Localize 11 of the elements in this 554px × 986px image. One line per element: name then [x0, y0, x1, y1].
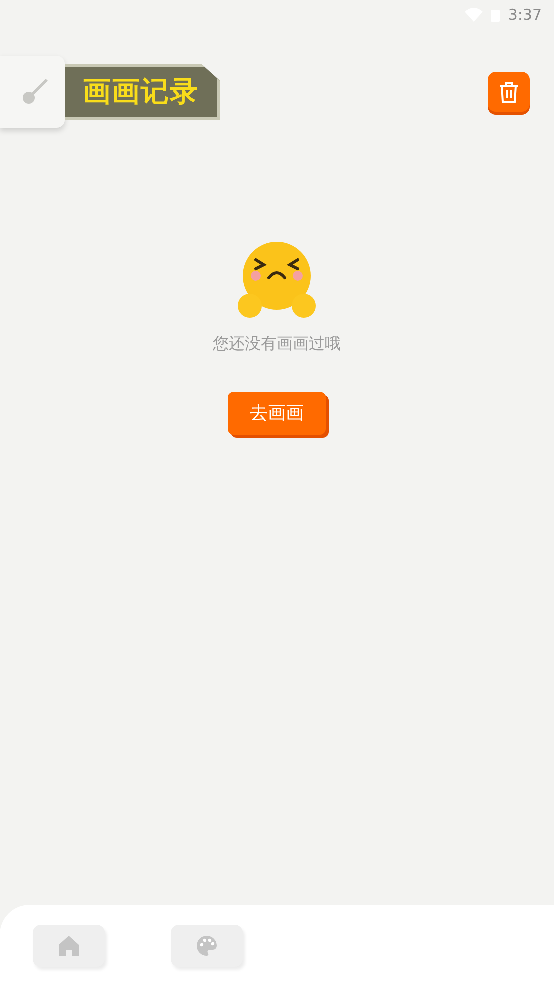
brush-tile-icon: [0, 56, 65, 128]
page-title: 画画记录: [65, 64, 220, 120]
empty-message: 您还没有画画过哦: [213, 333, 341, 355]
home-icon: [57, 934, 81, 958]
palette-icon: [195, 934, 219, 958]
status-time: 3:37: [508, 4, 542, 26]
palette-tab[interactable]: [171, 925, 243, 967]
delete-button[interactable]: [488, 72, 530, 112]
trash-icon: [499, 81, 519, 103]
home-tab[interactable]: [33, 925, 105, 967]
go-draw-button[interactable]: 去画画: [228, 392, 326, 435]
